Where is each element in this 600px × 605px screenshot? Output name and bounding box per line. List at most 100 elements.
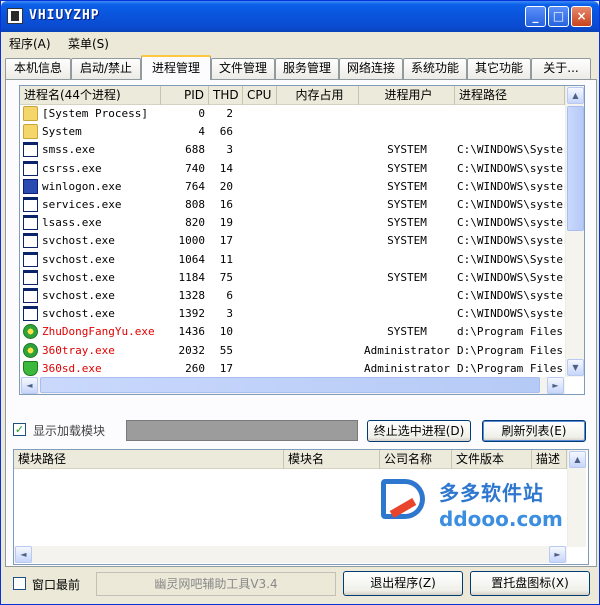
- pid-cell: 808: [185, 198, 205, 211]
- path-cell: C:\WINDOWS\Syster: [457, 252, 565, 266]
- table-row[interactable]: svchost.exe 1184 75 SYSTEM C:\WINDOWS\Syster: [20, 269, 565, 287]
- path-cell: C:\WINDOWS\syster: [457, 289, 565, 302]
- process-list[interactable]: 进程名(44个进程) PID THD CPU 内存占用 进程用户 进程路径 [S…: [19, 85, 585, 395]
- user-cell: SYSTEM: [387, 179, 427, 193]
- hscroll-thumb[interactable]: [40, 377, 540, 393]
- column-file-version[interactable]: 文件版本: [452, 450, 532, 469]
- scroll-down-button[interactable]: ▼: [567, 359, 584, 376]
- pid-cell: 1392: [178, 307, 206, 321]
- folder-icon: [23, 106, 38, 121]
- tab-service-manager[interactable]: 服务管理: [275, 58, 339, 79]
- tray-icon-button[interactable]: 置托盘图标(X): [470, 571, 590, 596]
- table-row[interactable]: System 4 66: [20, 123, 565, 141]
- tab-startup[interactable]: 启动/禁止: [71, 58, 141, 79]
- tab-system-info[interactable]: 本机信息: [5, 58, 71, 79]
- module-scroll-up-button[interactable]: ▲: [569, 451, 586, 468]
- pid-cell: 260: [185, 361, 205, 375]
- scroll-up-button[interactable]: ▲: [567, 87, 584, 104]
- watermark-en-text: ddooo.com: [439, 507, 563, 531]
- column-pid[interactable]: PID: [161, 86, 209, 105]
- tab-process-manager[interactable]: 进程管理: [141, 55, 211, 80]
- user-cell: SYSTEM: [387, 325, 427, 339]
- kill-process-button[interactable]: 终止选中进程(D): [367, 420, 471, 442]
- path-cell: C:\WINDOWS\syster: [457, 161, 565, 175]
- table-row[interactable]: services.exe 808 16 SYSTEM C:\WINDOWS\syster: [20, 196, 565, 214]
- topmost-box[interactable]: [13, 577, 26, 590]
- path-cell: C:\WINDOWS\syster: [457, 307, 565, 321]
- winlogon-icon: [23, 178, 38, 194]
- thd-cell: 17: [219, 361, 233, 375]
- table-row[interactable]: 360tray.exe 2032 55 Administrator D:\Program…: [20, 342, 565, 360]
- path-cell: C:\WINDOWS\Syster: [457, 143, 565, 157]
- scroll-left-button[interactable]: ◄: [21, 377, 38, 394]
- exit-program-button[interactable]: 退出程序(Z): [343, 571, 463, 596]
- process-name-cell: 360tray.exe: [42, 343, 115, 357]
- scroll-right-button[interactable]: ►: [547, 377, 564, 394]
- module-scroll-left-button[interactable]: ◄: [15, 546, 32, 563]
- window-icon: [23, 288, 38, 303]
- table-row[interactable]: smss.exe 688 3 SYSTEM C:\WINDOWS\Syster: [20, 141, 565, 159]
- scroll-thumb[interactable]: [567, 106, 584, 231]
- table-row[interactable]: 360sd.exe 260 17 Administrator D:\Program Fi…: [20, 360, 565, 377]
- process-list-body: [System Process] 0 2 System 4 66 smss.exe 688 3 S…: [20, 105, 565, 377]
- thd-cell: 2: [226, 107, 233, 120]
- table-row[interactable]: svchost.exe 1392 3 C:\WINDOWS\syster: [20, 305, 565, 323]
- table-row[interactable]: ZhuDongFangYu.exe 1436 10 SYSTEM d:\Program …: [20, 323, 565, 341]
- menu-menu[interactable]: 菜单(S): [68, 35, 109, 52]
- thd-cell: 6: [226, 289, 233, 302]
- process-list-header: 进程名(44个进程) PID THD CPU 内存占用 进程用户 进程路径: [20, 86, 565, 105]
- thd-cell: 11: [219, 252, 233, 266]
- version-label: 幽灵网吧辅助工具V3.4: [96, 572, 336, 596]
- module-scroll-right-button[interactable]: ►: [549, 546, 566, 563]
- thd-cell: 17: [219, 234, 233, 248]
- table-row[interactable]: svchost.exe 1000 17 SYSTEM C:\WINDOWS\syster: [20, 232, 565, 250]
- column-memory[interactable]: 内存占用: [277, 86, 359, 105]
- check-icon[interactable]: ✓: [13, 423, 26, 436]
- pid-cell: 820: [185, 216, 205, 230]
- table-row[interactable]: csrss.exe 740 14 SYSTEM C:\WINDOWS\syster: [20, 160, 565, 178]
- module-list-hscroll[interactable]: ◄ ►: [14, 546, 567, 563]
- process-list-hscroll[interactable]: ◄ ►: [20, 377, 565, 394]
- tab-network[interactable]: 网络连接: [339, 58, 403, 79]
- green-icon: [23, 342, 38, 358]
- pid-cell: 4: [198, 125, 205, 139]
- process-name-cell: winlogon.exe: [42, 179, 122, 193]
- menu-bar: 程序(A) 菜单(S): [1, 32, 599, 52]
- folder-icon: [23, 124, 38, 140]
- column-user[interactable]: 进程用户: [359, 86, 455, 105]
- tab-other-functions[interactable]: 其它功能: [467, 58, 531, 79]
- table-row[interactable]: svchost.exe 1328 6 C:\WINDOWS\syster: [20, 287, 565, 305]
- thd-cell: 66: [219, 125, 233, 139]
- window-icon: [23, 197, 38, 212]
- window-title: VHIUYZHP: [29, 8, 100, 23]
- title-bar[interactable]: VHIUYZHP _ □ ×: [1, 1, 599, 32]
- column-process-name[interactable]: 进程名(44个进程): [20, 86, 161, 105]
- tab-file-manager[interactable]: 文件管理: [211, 58, 275, 79]
- tab-system-functions[interactable]: 系统功能: [403, 58, 467, 79]
- table-row[interactable]: svchost.exe 1064 11 C:\WINDOWS\Syster: [20, 251, 565, 269]
- table-row[interactable]: [System Process] 0 2: [20, 105, 565, 123]
- process-name-cell: ZhuDongFangYu.exe: [42, 325, 155, 339]
- column-cpu[interactable]: CPU: [243, 86, 277, 105]
- menu-program[interactable]: 程序(A): [9, 35, 51, 52]
- maximize-button[interactable]: □: [548, 6, 569, 27]
- column-description[interactable]: 描述: [532, 450, 567, 469]
- column-company[interactable]: 公司名称: [380, 450, 452, 469]
- close-button[interactable]: ×: [571, 6, 592, 27]
- module-list-header: 模块路径 模块名 公司名称 文件版本 描述: [14, 450, 567, 469]
- refresh-list-button[interactable]: 刷新列表(E): [482, 420, 586, 442]
- column-module-path[interactable]: 模块路径: [14, 450, 284, 469]
- column-thd[interactable]: THD: [209, 86, 243, 105]
- user-cell: SYSTEM: [387, 216, 427, 230]
- pid-cell: 0: [198, 107, 205, 120]
- module-filter-field: [126, 420, 358, 441]
- minimize-button[interactable]: _: [525, 6, 546, 27]
- column-path[interactable]: 进程路径: [455, 86, 565, 105]
- table-row[interactable]: winlogon.exe 764 20 SYSTEM C:\WINDOWS\syster: [20, 178, 565, 196]
- process-list-vscroll[interactable]: ▲ ▼: [565, 86, 584, 377]
- pid-cell: 1328: [178, 289, 206, 302]
- thd-cell: 10: [219, 325, 233, 339]
- column-module-name[interactable]: 模块名: [284, 450, 380, 469]
- table-row[interactable]: lsass.exe 820 19 SYSTEM C:\WINDOWS\syster: [20, 214, 565, 232]
- tab-about[interactable]: 关于...: [531, 58, 591, 79]
